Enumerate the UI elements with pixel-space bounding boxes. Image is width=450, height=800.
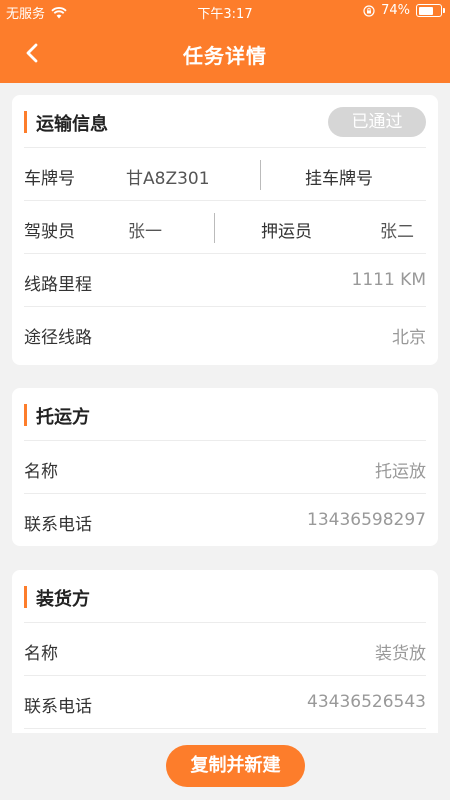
consignor-card: 托运方 名称 托运放 联系电话 13436598297 bbox=[12, 388, 438, 546]
header: 无服务 下午3:17 74% 任务详情 bbox=[0, 0, 450, 83]
status-bar: 无服务 下午3:17 74% bbox=[0, 0, 450, 22]
status-badge: 已通过 bbox=[328, 107, 426, 137]
page-title: 任务详情 bbox=[183, 44, 267, 68]
section-accent-bar bbox=[24, 404, 27, 426]
plate-label: 车牌号 bbox=[24, 169, 75, 189]
escort-label: 押运员 bbox=[261, 222, 312, 242]
section-title: 装货方 bbox=[36, 589, 90, 610]
driver-label: 驾驶员 bbox=[24, 222, 75, 242]
section-title: 运输信息 bbox=[36, 114, 108, 135]
card-header: 装货方 bbox=[24, 570, 426, 623]
route-label: 途径线路 bbox=[24, 328, 92, 348]
card-header: 运输信息 已通过 bbox=[24, 95, 426, 148]
mileage-value: 1111 KM bbox=[351, 270, 426, 290]
name-label: 名称 bbox=[24, 644, 58, 664]
divider bbox=[214, 213, 215, 243]
nav-bar: 任务详情 bbox=[0, 22, 450, 83]
consignor-phone-row: 联系电话 13436598297 bbox=[24, 494, 426, 547]
loader-phone-row: 联系电话 43436526543 bbox=[24, 676, 426, 729]
name-value: 装货放 bbox=[375, 644, 426, 664]
mileage-row: 线路里程 1111 KM bbox=[24, 254, 426, 307]
consignor-name-row: 名称 托运放 bbox=[24, 441, 426, 494]
plate-row: 车牌号 甘A8Z301 挂车牌号 bbox=[24, 148, 426, 201]
loader-card: 装货方 名称 装货放 联系电话 43436526543 bbox=[12, 570, 438, 733]
route-row: 途径线路 北京 bbox=[24, 307, 426, 360]
mileage-label: 线路里程 bbox=[24, 275, 92, 295]
name-label: 名称 bbox=[24, 462, 58, 482]
rotation-lock-icon bbox=[363, 4, 375, 17]
content-scroll[interactable]: 运输信息 已通过 车牌号 甘A8Z301 挂车牌号 驾驶员 张一 押运员 张二 … bbox=[0, 83, 450, 733]
trailer-plate-label: 挂车牌号 bbox=[305, 169, 373, 189]
driver-value: 张一 bbox=[128, 222, 162, 242]
card-header: 托运方 bbox=[24, 388, 426, 441]
phone-label: 联系电话 bbox=[24, 697, 92, 717]
section-accent-bar bbox=[24, 111, 27, 133]
transport-info-card: 运输信息 已通过 车牌号 甘A8Z301 挂车牌号 驾驶员 张一 押运员 张二 … bbox=[12, 95, 438, 365]
section-title: 托运方 bbox=[36, 407, 90, 428]
name-value: 托运放 bbox=[375, 462, 426, 482]
battery-percent: 74% bbox=[381, 3, 410, 18]
section-accent-bar bbox=[24, 586, 27, 608]
phone-value: 43436526543 bbox=[307, 692, 426, 712]
loader-name-row: 名称 装货放 bbox=[24, 623, 426, 676]
plate-value: 甘A8Z301 bbox=[126, 169, 210, 189]
copy-and-new-button[interactable]: 复制并新建 bbox=[166, 745, 305, 787]
phone-label: 联系电话 bbox=[24, 515, 92, 535]
crew-row: 驾驶员 张一 押运员 张二 bbox=[24, 201, 426, 254]
phone-value: 13436598297 bbox=[307, 510, 426, 530]
battery-icon bbox=[416, 4, 445, 17]
divider bbox=[260, 160, 261, 190]
escort-value: 张二 bbox=[380, 222, 414, 242]
route-value: 北京 bbox=[392, 328, 426, 348]
